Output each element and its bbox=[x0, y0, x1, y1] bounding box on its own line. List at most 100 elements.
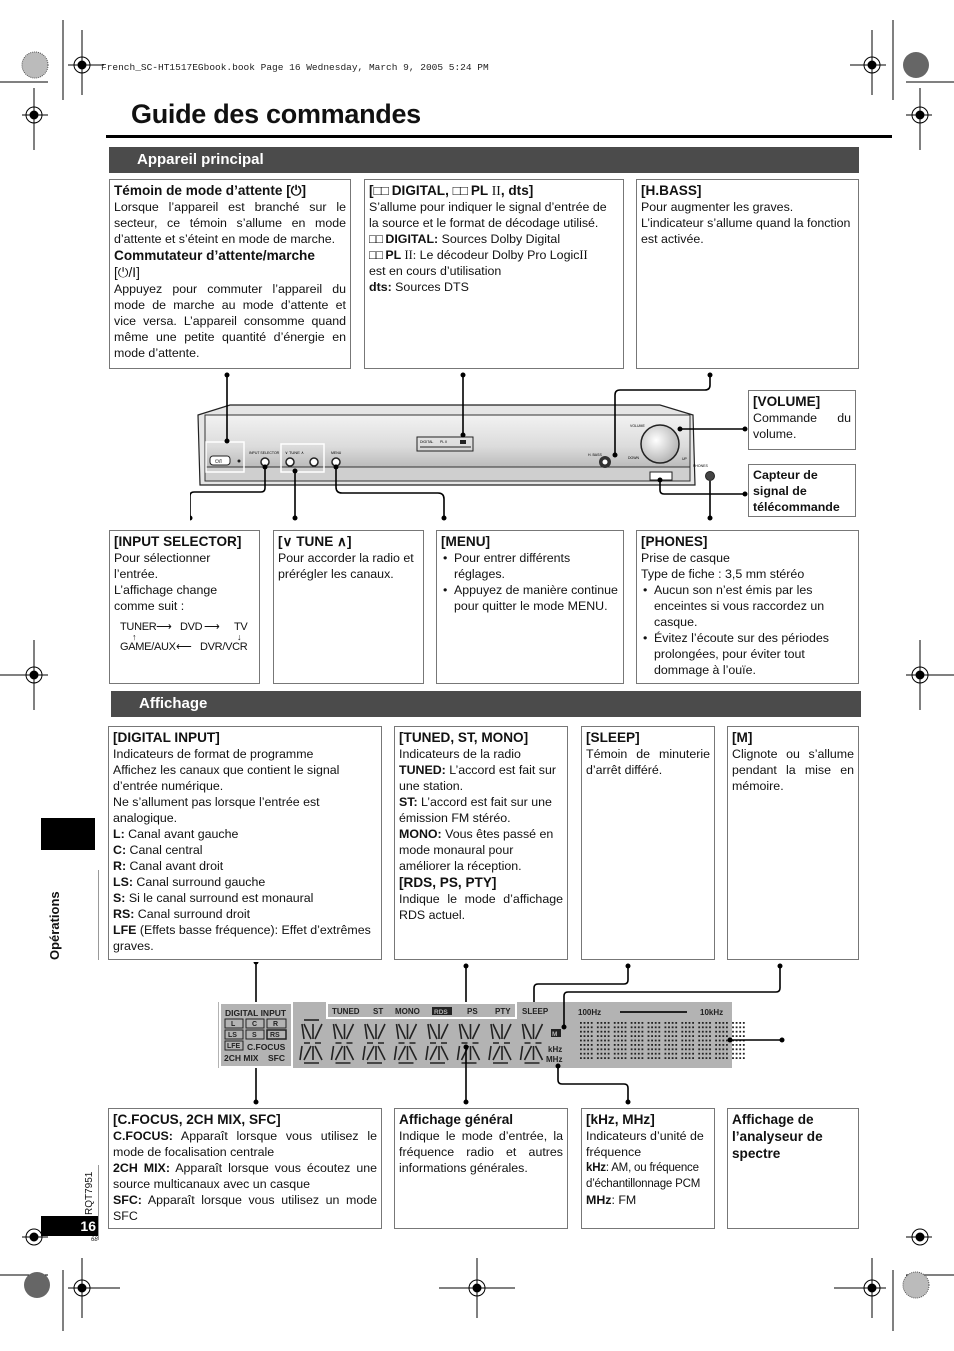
spectrum-dot bbox=[705, 1057, 708, 1059]
spectrum-dot bbox=[722, 1039, 725, 1042]
spectrum-dot bbox=[630, 1022, 633, 1024]
spectrum-dot bbox=[681, 1026, 684, 1029]
dolby-icon: □□ bbox=[452, 183, 468, 198]
spectrum-dot bbox=[709, 1057, 711, 1059]
spectrum-dot bbox=[641, 1057, 644, 1059]
spectrum-dot bbox=[685, 1044, 687, 1046]
svg-text:C.FOCUS: C.FOCUS bbox=[247, 1042, 286, 1052]
spectrum-dot bbox=[671, 1026, 674, 1029]
spectrum-dot bbox=[688, 1035, 691, 1037]
volume-text: Commande du volume. bbox=[753, 411, 851, 441]
spectrum-dot bbox=[705, 1030, 708, 1033]
spectrum-dot bbox=[613, 1030, 616, 1033]
spectrum-dot bbox=[621, 1030, 623, 1033]
spectrum-dot bbox=[701, 1039, 704, 1042]
spectrum-dot bbox=[621, 1039, 623, 1042]
spectrum-dot bbox=[637, 1048, 640, 1051]
spectrum-dot bbox=[613, 1035, 616, 1037]
standby-led bbox=[237, 459, 241, 463]
spectrum-dot bbox=[613, 1022, 616, 1024]
spectrum-dot bbox=[641, 1035, 644, 1037]
document-code: RQT7951 bbox=[84, 1171, 95, 1215]
spectrum-dot bbox=[583, 1057, 586, 1059]
spectrum-dot bbox=[715, 1026, 717, 1029]
spectrum-dot bbox=[685, 1026, 687, 1029]
spectrum-dot bbox=[739, 1052, 742, 1055]
spectrum-dot bbox=[651, 1044, 653, 1046]
spectrum-dot bbox=[600, 1035, 603, 1037]
spectrum-dot bbox=[654, 1057, 657, 1059]
spectrum-dot bbox=[647, 1048, 650, 1051]
spectrum-dot bbox=[600, 1048, 603, 1051]
spectrum-dot bbox=[600, 1026, 603, 1029]
general-display-text: Indique le mode d’entrée, la fréquence r… bbox=[399, 1129, 563, 1175]
spectrum-dot bbox=[587, 1039, 589, 1042]
spectrum-dot bbox=[688, 1052, 691, 1055]
spectrum-dot bbox=[668, 1057, 670, 1059]
spectrum-dot bbox=[583, 1035, 586, 1037]
spectrum-dot bbox=[654, 1035, 657, 1037]
phones-box: [PHONES] Prise de casque Type de fiche :… bbox=[636, 530, 859, 684]
spectrum-dot bbox=[675, 1039, 678, 1042]
spectrum-dot bbox=[739, 1057, 742, 1059]
spectrum-dot bbox=[658, 1026, 661, 1029]
spectrum-dot bbox=[607, 1035, 610, 1037]
spectrum-dot bbox=[715, 1035, 717, 1037]
spectrum-dot bbox=[664, 1044, 667, 1046]
spectrum-dot bbox=[701, 1048, 704, 1051]
spectrum-dot bbox=[718, 1026, 721, 1029]
spectrum-dot bbox=[701, 1026, 704, 1029]
svg-text:INPUT SELECTOR: INPUT SELECTOR bbox=[249, 451, 280, 455]
standby-switch-title: Commutateur d’attente/marche bbox=[114, 248, 315, 263]
spectrum-dot bbox=[671, 1057, 674, 1059]
spectrum-dot bbox=[718, 1048, 721, 1051]
spectrum-dot bbox=[580, 1052, 582, 1055]
spectrum-dot bbox=[705, 1035, 708, 1037]
display-illustration: DIGITAL INPUT L C R LS S RS LFE C.FOCUS … bbox=[218, 962, 785, 1105]
spectrum-dot bbox=[654, 1039, 657, 1042]
svg-text:PS: PS bbox=[467, 1007, 478, 1016]
spectrum-dot bbox=[718, 1030, 721, 1033]
digital-input-line: Indicateurs de format de programme bbox=[113, 747, 314, 761]
spectrum-dot bbox=[596, 1052, 599, 1055]
spectrum-dot bbox=[739, 1048, 742, 1051]
spectrum-dot bbox=[634, 1048, 637, 1051]
spectrum-dot bbox=[701, 1057, 704, 1059]
spectrum-dot bbox=[613, 1039, 616, 1042]
spectrum-dot bbox=[637, 1022, 640, 1024]
phones-bullet: Aucun son n’est émis par les enceintes s… bbox=[641, 582, 854, 630]
spectrum-dot bbox=[583, 1039, 586, 1042]
phones-jack bbox=[705, 471, 715, 481]
spectrum-dot bbox=[685, 1022, 687, 1024]
spectrum-dot bbox=[675, 1030, 678, 1033]
spectrum-dot bbox=[726, 1035, 728, 1037]
spectrum-dot bbox=[654, 1048, 657, 1051]
spectrum-dot bbox=[596, 1039, 599, 1042]
spectrum-dot bbox=[651, 1035, 653, 1037]
spectrum-title: Affichage de l’analyseur de spectre bbox=[732, 1112, 823, 1161]
spectrum-dot bbox=[617, 1030, 620, 1033]
spectrum-dot bbox=[742, 1057, 745, 1059]
spectrum-dot bbox=[621, 1048, 623, 1051]
spectrum-dot bbox=[607, 1022, 610, 1024]
menu-bullets: Pour entrer différents réglages. Appuyez… bbox=[441, 550, 619, 614]
spectrum-dot bbox=[590, 1035, 593, 1037]
spectrum-dot bbox=[607, 1057, 610, 1059]
front-panel bbox=[204, 414, 691, 468]
general-display-title: Affichage général bbox=[399, 1112, 514, 1127]
spectrum-box: Affichage de l’analyseur de spectre bbox=[727, 1108, 859, 1229]
hbass-description-box: [H.BASS] Pour augmenter les graves. L’in… bbox=[636, 179, 859, 369]
spectrum-dot bbox=[698, 1035, 701, 1037]
spectrum-dot bbox=[718, 1022, 721, 1024]
spectrum-dot bbox=[742, 1026, 745, 1029]
spectrum-dot bbox=[654, 1044, 657, 1046]
spectrum-dot bbox=[722, 1052, 725, 1055]
dolby-icon: □□ bbox=[369, 248, 383, 262]
spectrum-dot bbox=[617, 1022, 620, 1024]
spectrum-dot bbox=[600, 1022, 603, 1024]
svg-text:⏻/I: ⏻/I bbox=[215, 459, 222, 465]
spectrum-dot bbox=[722, 1057, 725, 1059]
spectrum-dot bbox=[681, 1048, 684, 1051]
spectrum-dot bbox=[692, 1044, 694, 1046]
spectrum-dot bbox=[732, 1057, 734, 1059]
